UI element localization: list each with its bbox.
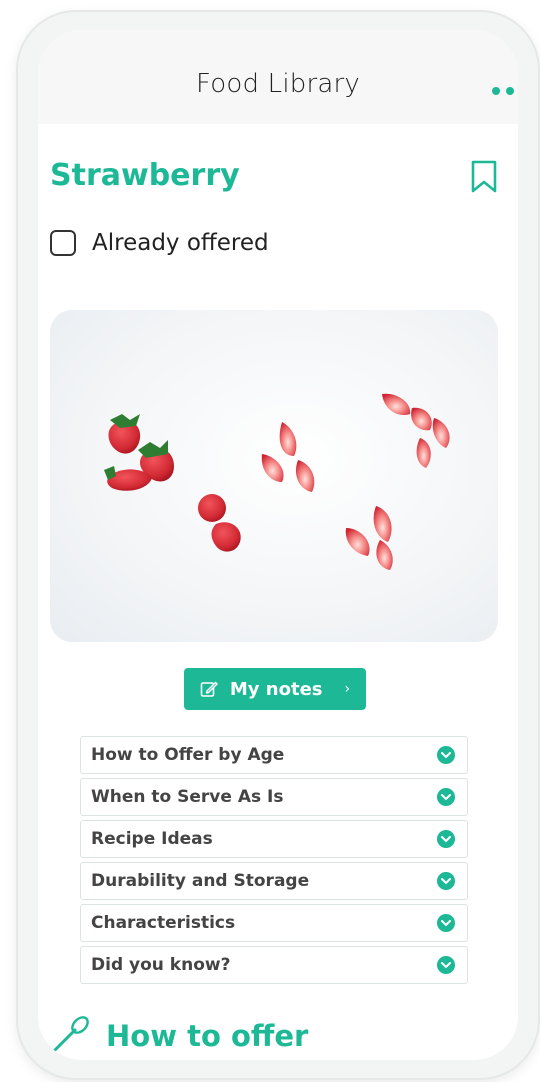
food-photo [50,310,498,642]
chevron-right-icon: › [344,681,351,697]
section-label: Durability and Storage [91,871,310,891]
how-to-offer-heading: How to offer [50,1016,308,1056]
my-notes-button[interactable]: My notes › [184,668,366,710]
section-characteristics[interactable]: Characteristics [80,904,468,942]
chevron-down-icon [437,872,455,890]
dot [492,87,500,95]
app-screen: Food Library Strawberry Already offered [38,30,518,1060]
strawberry-slices [261,422,315,492]
strawberries-image [104,393,450,570]
section-how-to-offer-by-age[interactable]: How to Offer by Age [80,736,468,774]
chevron-down-icon [437,830,455,848]
strawberry-slices [382,393,450,468]
food-name: Strawberry [50,158,240,193]
already-offered-row[interactable]: Already offered [50,230,269,256]
chevron-down-icon [437,956,455,974]
whole-strawberry [198,494,241,552]
spoon-icon [53,1016,89,1052]
chevron-down-icon [437,788,455,806]
already-offered-checkbox[interactable] [50,230,76,256]
section-did-you-know[interactable]: Did you know? [80,946,468,984]
chevron-down-icon [437,746,455,764]
section-label: Characteristics [91,913,236,933]
sections-list: How to Offer by Age When to Serve As Is … [80,736,468,988]
app-header: Food Library [38,30,518,124]
bookmark-icon[interactable] [470,160,498,194]
section-title: How to offer [106,1019,309,1053]
page-title: Food Library [196,69,360,99]
already-offered-label: Already offered [92,230,269,256]
section-when-to-serve[interactable]: When to Serve As Is [80,778,468,816]
section-label: When to Serve As Is [91,787,284,807]
section-durability-storage[interactable]: Durability and Storage [80,862,468,900]
section-recipe-ideas[interactable]: Recipe Ideas [80,820,468,858]
my-notes-label: My notes [229,678,323,700]
more-dots-icon[interactable] [492,84,518,98]
phone-frame: Food Library Strawberry Already offered [18,12,538,1078]
whole-strawberry [108,414,141,454]
dot [506,87,514,95]
section-label: How to Offer by Age [91,745,285,765]
section-label: Did you know? [91,955,231,975]
edit-icon [200,681,218,697]
strawberry-slices [345,506,393,570]
chevron-down-icon [437,914,455,932]
section-label: Recipe Ideas [91,829,213,849]
